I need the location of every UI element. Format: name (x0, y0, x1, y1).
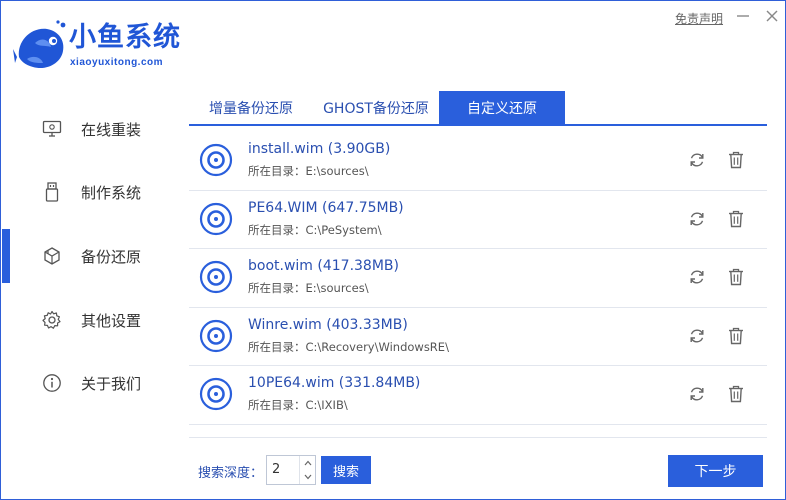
active-indicator (2, 229, 10, 283)
sidebar-item-label: 其他设置 (81, 311, 142, 330)
tab-ghost-backup[interactable]: GHOST备份还原 (313, 91, 439, 124)
delete-button[interactable] (726, 326, 746, 346)
search-button[interactable]: 搜索 (321, 456, 371, 484)
path-label: 所在目录： (248, 339, 306, 354)
file-title: PE64.WIM (647.75MB) (248, 199, 404, 216)
file-title: boot.wim (417.38MB) (248, 258, 399, 274)
stepper-down-button[interactable] (300, 470, 316, 484)
path-value: C:\IXIB\ (305, 398, 348, 412)
minimize-button[interactable] (734, 7, 752, 25)
path-value: E:\sources\ (305, 164, 369, 178)
cube-backup-icon (42, 246, 62, 266)
delete-button[interactable] (726, 384, 746, 404)
file-title: Winre.wim (403.33MB) (248, 316, 408, 333)
restore-button[interactable] (687, 209, 707, 229)
disc-image-icon (199, 143, 233, 177)
chevron-down-icon (304, 474, 312, 480)
refresh-icon (690, 212, 704, 226)
list-item[interactable]: PE64.WIM (647.75MB) 所在目录：C:\PeSystem\ (189, 191, 767, 249)
next-step-button[interactable]: 下一步 (668, 455, 763, 487)
disclaimer-link[interactable]: 免责声明 (675, 10, 723, 27)
close-button[interactable] (763, 7, 781, 25)
tab-custom-restore[interactable]: 自定义还原 (439, 91, 565, 124)
tab-bar: 增量备份还原 GHOST备份还原 自定义还原 (189, 91, 767, 126)
path-label: 所在目录： (248, 222, 306, 237)
sidebar-item-about-us[interactable]: 关于我们 (2, 356, 182, 410)
tab-incremental-backup[interactable]: 增量备份还原 (189, 91, 313, 124)
list-item[interactable]: Winre.wim (403.33MB) 所在目录：C:\Recovery\Win… (189, 308, 767, 366)
refresh-icon (690, 387, 704, 401)
delete-button[interactable] (726, 267, 746, 287)
list-item[interactable]: boot.wim (417.38MB) 所在目录：E:\sources\ (189, 249, 767, 308)
restore-button[interactable] (687, 384, 707, 404)
list-item[interactable]: 10PE64.wim (331.84MB) 所在目录：C:\IXIB\ (189, 366, 767, 425)
image-file-list: install.wim (3.90GB) 所在目录：E:\sources\ PE64… (189, 132, 767, 438)
sidebar-item-label: 备份还原 (81, 247, 142, 266)
search-depth-label: 搜索深度： (198, 466, 264, 481)
path-label: 所在目录： (248, 398, 306, 412)
delete-button[interactable] (726, 209, 746, 229)
minimize-icon (737, 15, 749, 17)
file-path: 所在目录：C:\PeSystem\ (248, 222, 382, 238)
trash-icon (729, 152, 743, 169)
refresh-icon (690, 153, 704, 167)
stepper-up-button[interactable] (300, 456, 316, 470)
file-path: 所在目录：C:\Recovery\WindowsRE\ (248, 339, 449, 355)
file-title: install.wim (3.90GB) (248, 141, 391, 157)
restore-button[interactable] (687, 150, 707, 170)
sidebar-item-label: 制作系统 (81, 183, 142, 202)
app-window: 小鱼系统 xiaoyuxitong.com 免责声明 在线重装 制作系统 备份还… (0, 0, 786, 500)
search-depth-stepper[interactable]: 2 (266, 455, 316, 485)
trash-icon (729, 210, 743, 227)
disc-image-icon (199, 377, 233, 411)
path-value: C:\Recovery\WindowsRE\ (305, 339, 449, 354)
refresh-icon (690, 270, 704, 284)
monitor-icon (42, 119, 62, 139)
stepper-controls (299, 456, 315, 484)
sidebar-item-label: 关于我们 (81, 374, 142, 393)
search-depth-value[interactable]: 2 (272, 462, 280, 477)
refresh-icon (690, 329, 704, 343)
sidebar-item-other-settings[interactable]: 其他设置 (2, 293, 182, 347)
gear-icon (42, 310, 62, 330)
path-value: C:\PeSystem\ (305, 222, 382, 237)
sidebar-item-backup-restore[interactable]: 备份还原 (2, 229, 182, 283)
app-title: 小鱼系统 (69, 22, 181, 53)
fish-logo-icon (13, 20, 66, 69)
sidebar-item-label: 在线重装 (81, 120, 142, 139)
restore-button[interactable] (687, 267, 707, 287)
usb-drive-icon (42, 182, 62, 202)
info-icon (42, 373, 62, 393)
app-url: xiaoyuxitong.com (70, 57, 164, 68)
file-title: 10PE64.wim (331.84MB) (248, 375, 421, 391)
app-logo: 小鱼系统 xiaoyuxitong.com (13, 19, 213, 74)
sidebar-item-online-reinstall[interactable]: 在线重装 (2, 102, 182, 156)
trash-icon (729, 386, 743, 403)
close-icon (766, 10, 778, 22)
file-path: 所在目录：E:\sources\ (248, 280, 369, 296)
delete-button[interactable] (726, 150, 746, 170)
trash-icon (729, 269, 743, 286)
file-path: 所在目录：E:\sources\ (248, 163, 369, 179)
path-value: E:\sources\ (305, 281, 369, 295)
disc-image-icon (199, 202, 233, 236)
trash-icon (729, 327, 743, 344)
path-label: 所在目录： (248, 164, 306, 178)
disc-image-icon (199, 260, 233, 294)
disc-image-icon (199, 319, 233, 353)
chevron-up-icon (304, 460, 312, 466)
sidebar-item-make-system[interactable]: 制作系统 (2, 165, 182, 219)
list-item[interactable]: install.wim (3.90GB) 所在目录：E:\sources\ (189, 132, 767, 191)
file-path: 所在目录：C:\IXIB\ (248, 397, 348, 413)
restore-button[interactable] (687, 326, 707, 346)
path-label: 所在目录： (248, 281, 306, 295)
